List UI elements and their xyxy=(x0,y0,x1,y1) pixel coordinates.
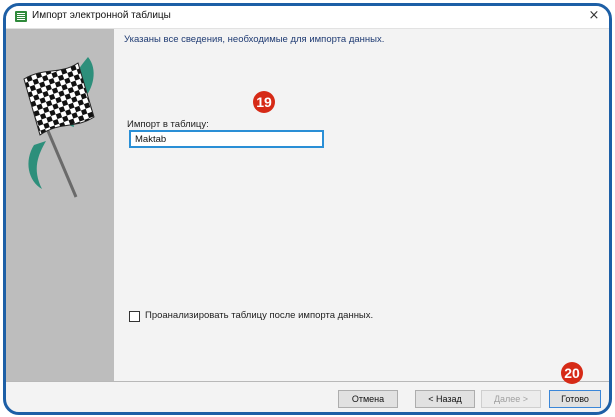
button-divider xyxy=(6,381,609,382)
step-badge-20: 20 xyxy=(561,362,583,384)
table-name-input[interactable] xyxy=(129,130,324,148)
next-button[interactable]: Далее > xyxy=(481,390,541,408)
wizard-side-panel xyxy=(6,29,114,381)
close-button[interactable]: × xyxy=(587,8,601,24)
import-table-label: Импорт в таблицу: xyxy=(127,119,209,130)
finish-button[interactable]: Готово xyxy=(549,390,601,408)
wizard-heading: Указаны все сведения, необходимые для им… xyxy=(124,34,385,45)
analyze-checkbox-label[interactable]: Проанализировать таблицу после импорта д… xyxy=(145,310,373,321)
spreadsheet-icon xyxy=(15,11,27,22)
checkered-flag-icon xyxy=(23,57,95,198)
back-button[interactable]: < Назад xyxy=(415,390,475,408)
step-badge-19: 19 xyxy=(253,91,275,113)
cancel-button[interactable]: Отмена xyxy=(338,390,398,408)
analyze-checkbox[interactable] xyxy=(129,311,140,322)
title-bar: Импорт электронной таблицы × xyxy=(6,6,609,29)
window-title: Импорт электронной таблицы xyxy=(32,10,171,21)
import-wizard-window: Импорт электронной таблицы × Указаны все… xyxy=(3,3,612,415)
